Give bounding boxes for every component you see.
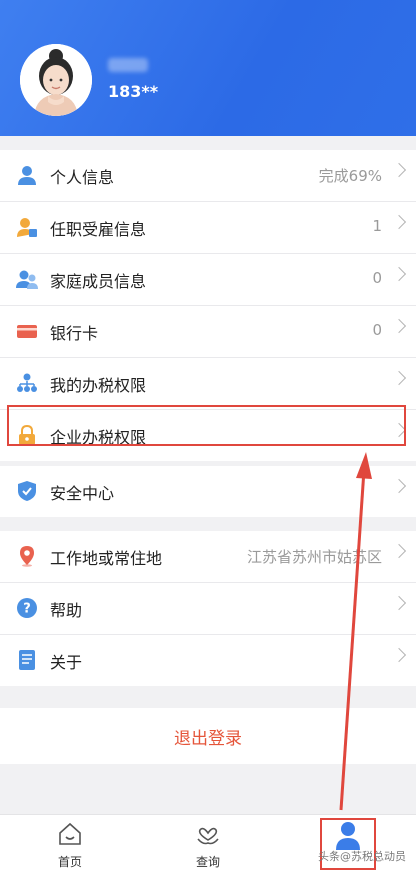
menu-item-label: 帮助 [50, 601, 83, 620]
tab-label: 首页 [57, 855, 82, 869]
chevron-right-icon [391, 595, 407, 611]
tab-label: 查询 [195, 855, 220, 869]
menu-item-label: 关于 [50, 653, 83, 672]
logout-button[interactable]: 退出登录 [0, 708, 416, 764]
avatar-illustration [20, 44, 92, 116]
menu-item-employment-info[interactable]: 任职受雇信息 1 [0, 202, 416, 254]
menu-item-value: 1 [372, 217, 382, 235]
chevron-right-icon [391, 266, 407, 282]
watermark: 头条@苏税总动员 [318, 850, 406, 863]
menu-group-other: 工作地或常住地 江苏省苏州市姑苏区 ? 帮助 关于 [0, 531, 416, 686]
menu-item-about[interactable]: 关于 [0, 635, 416, 686]
menu-item-personal-info[interactable]: 个人信息 完成69% [0, 150, 416, 202]
org-chart-icon [17, 373, 37, 392]
menu-item-value: 江苏省苏州市姑苏区 [246, 548, 382, 566]
menu-item-label: 任职受雇信息 [50, 220, 147, 239]
bank-card-icon [17, 325, 37, 338]
menu-item-label: 银行卡 [50, 324, 99, 343]
menu-item-my-tax-permission[interactable]: 我的办税权限 [0, 358, 416, 410]
menu-item-label: 家庭成员信息 [50, 272, 147, 291]
chevron-right-icon [391, 478, 407, 494]
menu-item-label: 工作地或常住地 [50, 549, 163, 568]
logout-label: 退出登录 [174, 729, 242, 749]
document-icon [19, 650, 35, 670]
chevron-right-icon [391, 543, 407, 559]
profile-header: 183** [0, 0, 416, 136]
shield-icon [18, 481, 36, 501]
menu-item-label: 个人信息 [50, 168, 115, 187]
employment-icon [17, 218, 37, 237]
menu-item-bank-card[interactable]: 银行卡 0 [0, 306, 416, 358]
highlight-box-enterprise-permission [7, 405, 406, 446]
menu-item-value: 完成69% [318, 167, 382, 185]
tab-query[interactable]: 查询 [158, 815, 258, 873]
menu-item-help[interactable]: ? 帮助 [0, 583, 416, 635]
menu-item-label: 我的办税权限 [50, 376, 147, 395]
menu-item-security-center[interactable]: 安全中心 [0, 466, 416, 517]
help-icon: ? [17, 598, 37, 618]
menu-item-value: 0 [372, 269, 382, 287]
heart-hands-icon [197, 827, 219, 845]
chevron-right-icon [391, 214, 407, 230]
location-pin-icon [20, 546, 34, 567]
menu-item-value: 0 [372, 321, 382, 339]
home-icon [59, 822, 81, 845]
menu-item-work-location[interactable]: 工作地或常住地 江苏省苏州市姑苏区 [0, 531, 416, 583]
user-name-masked [108, 58, 148, 72]
avatar[interactable] [20, 44, 92, 116]
menu-group-security: 安全中心 [0, 466, 416, 517]
chevron-right-icon [391, 370, 407, 386]
svg-text:?: ? [23, 602, 31, 617]
chevron-right-icon [391, 318, 407, 334]
menu-item-label: 安全中心 [50, 484, 115, 503]
tab-home[interactable]: 首页 [20, 815, 120, 873]
family-icon [16, 270, 38, 289]
chevron-right-icon [391, 647, 407, 663]
menu-item-family-info[interactable]: 家庭成员信息 0 [0, 254, 416, 306]
person-icon [18, 166, 36, 185]
chevron-right-icon [391, 162, 407, 178]
user-phone: 183** [108, 82, 159, 101]
